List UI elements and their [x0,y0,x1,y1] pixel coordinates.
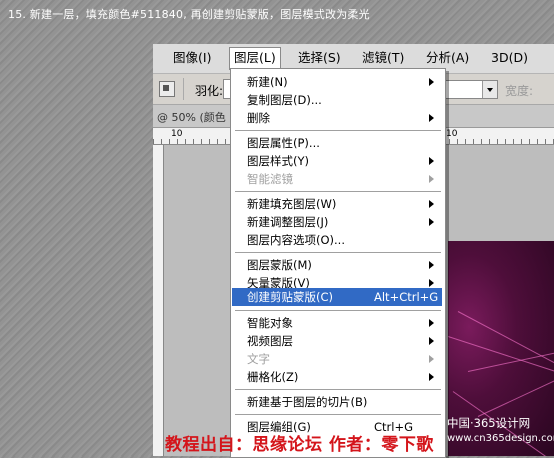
submenu-arrow-icon [429,157,434,165]
submenu-arrow-icon [429,355,434,363]
menu-item-delete[interactable]: 删除 [232,109,442,127]
menu-item-layer-mask[interactable]: 图层蒙版(M) [232,256,442,274]
menu-item-layer-style[interactable]: 图层样式(Y) [232,152,442,170]
menu-select[interactable]: 选择(S) [294,48,345,68]
submenu-arrow-icon [429,114,434,122]
menu-item-smart-object[interactable]: 智能对象 [232,314,442,332]
submenu-arrow-icon [429,337,434,345]
chevron-down-icon[interactable] [482,81,497,98]
menu-separator [235,130,441,132]
options-divider [183,78,184,100]
menu-3d[interactable]: 3D(D) [487,48,532,68]
layer-menu-dropdown: 新建(N) 复制图层(D)... 删除 图层属性(P)... 图层样式(Y) 智… [230,68,446,458]
style-select[interactable] [438,80,498,99]
menu-layer[interactable]: 图层(L) [229,47,281,70]
menu-separator [235,191,441,193]
menu-item-new[interactable]: 新建(N) [232,73,442,91]
shortcut-label: Alt+Ctrl+G [374,290,439,304]
menu-item-rasterize[interactable]: 栅格化(Z) [232,368,442,386]
light-streak [477,373,554,417]
feather-label: 羽化: [195,84,224,98]
site-watermark: 中国·365设计网 www.cn365design.com [447,416,554,446]
light-streak [467,348,554,372]
watermark-line-2: www.cn365design.com [447,433,554,444]
light-streak [457,311,554,369]
menu-item-new-adjustment-layer[interactable]: 新建调整图层(J) [232,213,442,231]
submenu-arrow-icon [429,175,434,183]
submenu-arrow-icon [429,218,434,226]
menu-separator [235,310,441,312]
menu-filter[interactable]: 滤镜(T) [358,48,408,68]
submenu-arrow-icon [429,200,434,208]
ruler-tick-label: 10 [445,129,459,139]
width-label: 宽度: [505,84,534,98]
menu-item-smart-filter: 智能滤镜 [232,170,442,188]
menu-item-duplicate-layer[interactable]: 复制图层(D)... [232,91,442,109]
menu-item-type: 文字 [232,350,442,368]
tutorial-credit: 教程出自：思缘论坛 作者：零下歌 [165,435,434,455]
menu-analysis[interactable]: 分析(A) [422,48,473,68]
menu-separator [235,252,441,254]
menu-separator [235,414,441,416]
menu-item-video-layer[interactable]: 视频图层 [232,332,442,350]
marquee-option-icon[interactable] [159,81,175,97]
menu-separator [235,389,441,391]
menu-item-new-layer-based-slice[interactable]: 新建基于图层的切片(B) [232,393,442,411]
submenu-arrow-icon [429,261,434,269]
submenu-arrow-icon [429,78,434,86]
menu-item-new-fill-layer[interactable]: 新建填充图层(W) [232,195,442,213]
vertical-ruler [153,145,164,456]
menu-item-layer-content-options[interactable]: 图层内容选项(O)... [232,231,442,249]
watermark-line-1: 中国·365设计网 [447,416,531,430]
submenu-arrow-icon [429,373,434,381]
menu-item-layer-properties[interactable]: 图层属性(P)... [232,134,442,152]
document-tab-label: @ 50% (颜色 [157,111,226,124]
ruler-tick-label: 10 [170,129,184,139]
menu-image[interactable]: 图像(I) [169,48,215,68]
submenu-arrow-icon [429,319,434,327]
submenu-arrow-icon [429,279,434,287]
menu-item-create-clipping-mask[interactable]: 创建剪贴蒙版(C) Alt+Ctrl+G [232,288,442,306]
screenshot-caption: 15. 新建一层，填充颜色#511840, 再创建剪贴蒙版，图层模式改为柔光 [8,8,370,21]
